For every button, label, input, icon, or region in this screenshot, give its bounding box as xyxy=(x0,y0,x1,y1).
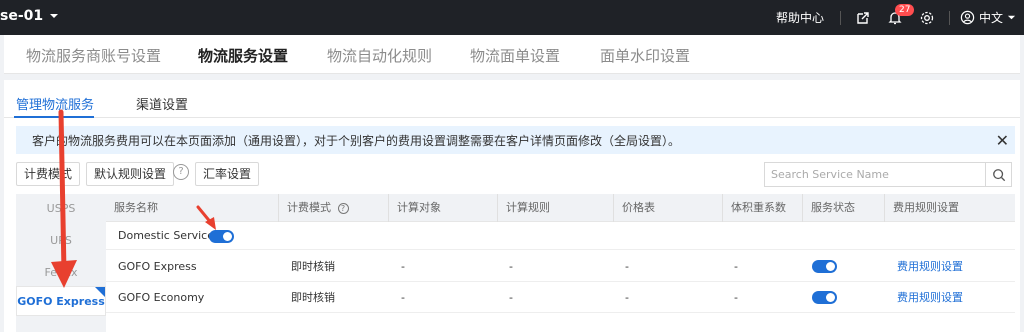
settings-tabs: 物流服务商账号设置 物流服务设置 物流自动化规则 物流面单设置 面单水印设置 xyxy=(4,35,1020,74)
volume-factor: - xyxy=(734,291,738,304)
column-header-fee-rule: 费用规则设置 xyxy=(884,194,1015,222)
column-header-status: 服务状态 xyxy=(802,194,884,222)
notification-badge: 27 xyxy=(894,3,915,16)
service-status-toggle[interactable] xyxy=(812,291,837,304)
gear-icon[interactable] xyxy=(919,10,935,26)
workspace-switcher[interactable]: se-01 xyxy=(0,8,59,24)
service-group-label: Domestic Service xyxy=(118,229,214,242)
service-group-row: Domestic Service xyxy=(106,222,1015,250)
active-tab-indicator xyxy=(14,116,94,118)
carrier-item-usps[interactable]: USPS xyxy=(16,194,106,224)
caret-down-icon xyxy=(1007,15,1016,20)
workspace-name: se-01 xyxy=(0,8,44,24)
table-row: GOFO Economy 即时核销 - - - - 费用规则设置 xyxy=(106,282,1015,313)
bell-icon[interactable]: 27 xyxy=(887,3,915,26)
fee-rule-settings-link[interactable]: 费用规则设置 xyxy=(897,251,963,282)
divider xyxy=(839,10,841,25)
tab-watermark-settings[interactable]: 面单水印设置 xyxy=(600,45,690,66)
billing-mode: 即时核销 xyxy=(291,260,335,273)
billing-object: - xyxy=(401,260,405,273)
column-header-billing-object: 计算对象 xyxy=(388,194,497,222)
column-header-price-table: 价格表 xyxy=(613,194,722,222)
tab-label-settings[interactable]: 物流面单设置 xyxy=(470,45,560,66)
info-banner: 客户的物流服务费用可以在本页面添加（通用设置），对于个别客户的费用设置调整需要在… xyxy=(16,126,1015,154)
billing-object: - xyxy=(401,291,405,304)
carrier-item-fedex[interactable]: FedEx xyxy=(16,258,106,288)
help-icon[interactable]: ? xyxy=(173,164,189,180)
billing-mode: 即时核销 xyxy=(291,291,335,304)
price-table: - xyxy=(625,291,629,304)
help-icon[interactable]: ? xyxy=(337,203,349,214)
language-label: 中文 xyxy=(978,11,1003,25)
tab-automation-rules[interactable]: 物流自动化规则 xyxy=(327,45,432,66)
export-icon[interactable] xyxy=(855,10,871,26)
subtab-channel-settings[interactable]: 渠道设置 xyxy=(136,94,188,113)
help-center-link[interactable]: 帮助中心 xyxy=(766,9,834,26)
column-header-label: 计费模式 xyxy=(287,201,331,214)
tab-carrier-accounts[interactable]: 物流服务商账号设置 xyxy=(26,45,161,66)
sub-tabs: 管理物流服务 渠道设置 xyxy=(4,80,1020,118)
close-icon[interactable]: ✕ xyxy=(996,131,1009,150)
carrier-item-gofo-express[interactable]: GOFO Express xyxy=(16,286,106,316)
table-row: GOFO Express 即时核销 - - - - 费用规则设置 xyxy=(106,251,1015,282)
search-button[interactable] xyxy=(985,163,1011,186)
billing-rule: - xyxy=(509,291,513,304)
toolbar: 计费模式 默认规则设置 ? 汇率设置 xyxy=(16,162,1015,188)
service-status-toggle[interactable] xyxy=(812,260,837,273)
tab-logistics-services[interactable]: 物流服务设置 xyxy=(198,45,288,66)
search-input[interactable] xyxy=(765,163,985,186)
volume-factor: - xyxy=(734,260,738,273)
top-bar: se-01 帮助中心 27 中文 xyxy=(0,0,1024,35)
info-banner-text: 客户的物流服务费用可以在本页面添加（通用设置），对于个别客户的费用设置调整需要在… xyxy=(32,133,681,148)
service-name: GOFO Economy xyxy=(118,291,205,304)
group-status-toggle[interactable] xyxy=(209,230,234,243)
search-icon xyxy=(992,168,1005,181)
column-header-service-name: 服务名称 xyxy=(114,201,158,214)
default-rule-button[interactable]: 默认规则设置 xyxy=(86,162,175,186)
billing-mode-button[interactable]: 计费模式 xyxy=(16,162,81,186)
carrier-item-label: GOFO Express xyxy=(17,295,105,308)
main-panel: 管理物流服务 渠道设置 客户的物流服务费用可以在本页面添加（通用设置），对于个别… xyxy=(4,80,1020,332)
divider xyxy=(948,10,950,25)
column-header-billing-rule: 计算规则 xyxy=(497,194,613,222)
language-switcher[interactable]: 中文 xyxy=(960,9,1016,26)
subtab-manage-services[interactable]: 管理物流服务 xyxy=(16,94,94,113)
billing-rule: - xyxy=(509,260,513,273)
exchange-rate-button[interactable]: 汇率设置 xyxy=(195,162,260,186)
carrier-item-ups[interactable]: UPS xyxy=(16,226,106,256)
service-name: GOFO Express xyxy=(118,260,197,273)
carrier-list: USPS UPS FedEx GOFO Express xyxy=(16,194,106,332)
caret-down-icon xyxy=(50,14,59,18)
price-table: - xyxy=(625,260,629,273)
user-circle-icon xyxy=(960,10,975,25)
column-header-volume-factor: 体积重系数 xyxy=(722,194,802,222)
column-header-billing-mode: 计费模式 ? xyxy=(278,194,388,222)
search-box xyxy=(764,162,1012,187)
fee-rule-settings-link[interactable]: 费用规则设置 xyxy=(897,282,963,313)
selected-corner-mark xyxy=(95,287,105,297)
table-header: 服务名称 计费模式 ? 计算对象 计算规则 价格表 体积重系数 服务状态 费用规… xyxy=(106,194,1015,222)
